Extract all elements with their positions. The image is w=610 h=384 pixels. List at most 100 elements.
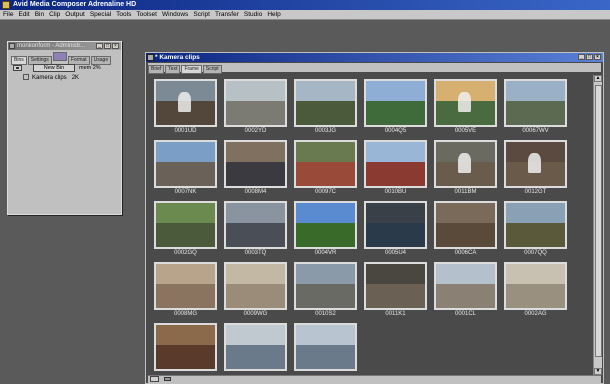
clip-frame-image[interactable] xyxy=(294,140,357,188)
minimize-icon[interactable]: _ xyxy=(96,43,103,49)
menu-item-bin[interactable]: Bin xyxy=(32,10,46,20)
clip-frame-image[interactable] xyxy=(504,79,567,127)
menu-item-output[interactable]: Output xyxy=(62,10,87,20)
menu-item-toolset[interactable]: Toolset xyxy=(133,10,159,20)
menu-item-help[interactable]: Help xyxy=(264,10,282,20)
clip-frame-image[interactable] xyxy=(504,262,567,310)
bin-tab-text[interactable]: Text xyxy=(165,65,181,74)
clip-frame-image[interactable] xyxy=(364,140,427,188)
clip-thumbnail[interactable]: 0011BM xyxy=(434,140,497,198)
bin-checkbox[interactable] xyxy=(23,74,29,81)
clip-thumbnail[interactable]: 0003JG xyxy=(294,79,357,137)
clip-thumbnail[interactable] xyxy=(294,323,357,381)
frame-ground xyxy=(296,161,355,186)
clip-frame-image[interactable] xyxy=(294,262,357,310)
clip-thumbnail[interactable]: 0004VR xyxy=(294,201,357,259)
frame-size-slider[interactable] xyxy=(164,377,171,381)
frame-ground xyxy=(226,283,285,308)
clip-frame-image[interactable] xyxy=(294,323,357,371)
clip-thumbnail[interactable]: 0006CA xyxy=(434,201,497,259)
frame-ground xyxy=(156,283,215,308)
menu-item-transfer[interactable]: Transfer xyxy=(212,10,241,20)
menu-bar: File Edit Bin Clip Output Special Tools Toolset… xyxy=(0,10,610,20)
clip-thumbnail[interactable]: 0002AG xyxy=(504,262,567,320)
clip-frame-image[interactable] xyxy=(154,201,217,249)
bin-list-item[interactable]: Kamera clips 2K xyxy=(23,74,79,82)
clip-frame-image[interactable] xyxy=(364,79,427,127)
bin-name: Kamera clips xyxy=(32,75,67,81)
clip-thumbnail[interactable]: 0010BU xyxy=(364,140,427,198)
frame-sky xyxy=(226,203,285,223)
menu-item-studio[interactable]: Studio xyxy=(241,10,264,20)
clip-thumbnail[interactable]: 0001CL xyxy=(434,262,497,320)
clip-thumbnail[interactable]: 0001UD xyxy=(154,79,217,137)
maximize-icon[interactable]: □ xyxy=(104,43,111,49)
clip-thumbnail[interactable]: 0009WG xyxy=(224,262,287,320)
clip-frame-image[interactable] xyxy=(224,201,287,249)
clip-thumbnail[interactable]: 0012GT xyxy=(504,140,567,198)
scroll-up-icon[interactable]: ▲ xyxy=(594,75,602,82)
bin-window-titlebar[interactable]: * Kamera clips _ □ × xyxy=(146,53,603,62)
clip-frame-image[interactable] xyxy=(224,323,287,371)
clip-frame-image[interactable] xyxy=(364,262,427,310)
clip-frame-image[interactable] xyxy=(154,79,217,127)
clip-frame-image[interactable] xyxy=(154,140,217,188)
clip-thumbnail[interactable] xyxy=(224,323,287,381)
clip-thumbnail[interactable]: 0005U4 xyxy=(364,201,427,259)
clip-thumbnail[interactable]: 0008M4 xyxy=(224,140,287,198)
clip-frame-image[interactable] xyxy=(154,262,217,310)
scroll-down-icon[interactable]: ▼ xyxy=(594,368,602,375)
minimize-icon[interactable]: _ xyxy=(578,54,585,60)
clip-frame-image[interactable] xyxy=(434,140,497,188)
clip-thumbnail[interactable]: 0002GQ xyxy=(154,201,217,259)
clip-thumbnail[interactable]: 0011K1 xyxy=(364,262,427,320)
bin-tab-frame[interactable]: Frame xyxy=(181,65,202,74)
clip-thumbnail[interactable]: 0002YD xyxy=(224,79,287,137)
clip-thumbnail[interactable]: 0007NK xyxy=(154,140,217,198)
menu-item-special[interactable]: Special xyxy=(87,10,113,20)
vertical-scrollbar[interactable]: ▲ ▼ xyxy=(593,75,602,375)
clip-thumbnail[interactable]: 0005VE xyxy=(434,79,497,137)
project-tab-color[interactable] xyxy=(52,52,67,61)
menu-item-clip[interactable]: Clip xyxy=(46,10,62,20)
clip-frame-image[interactable] xyxy=(224,79,287,127)
close-icon[interactable]: × xyxy=(112,43,119,49)
menu-item-file[interactable]: File xyxy=(0,10,15,20)
clip-frame-image[interactable] xyxy=(434,79,497,127)
frame-sky xyxy=(296,264,355,284)
menu-item-windows[interactable]: Windows xyxy=(159,10,190,20)
menu-item-tools[interactable]: Tools xyxy=(113,10,133,20)
maximize-icon[interactable]: □ xyxy=(586,54,593,60)
clip-frame-image[interactable] xyxy=(224,140,287,188)
bin-fast-menu-button[interactable] xyxy=(150,376,159,382)
clip-thumbnail[interactable]: 0008MG xyxy=(154,262,217,320)
clip-frame-image[interactable] xyxy=(154,323,217,371)
bin-tab-brief[interactable]: Brief xyxy=(148,65,165,74)
clip-thumbnail[interactable]: 0004Q5 xyxy=(364,79,427,137)
clip-frame-image[interactable] xyxy=(504,140,567,188)
clip-name: 00097C xyxy=(314,189,337,195)
clip-thumbnail[interactable]: 00067WV xyxy=(504,79,567,137)
clip-frame-image[interactable] xyxy=(434,262,497,310)
clip-frame-image[interactable] xyxy=(364,201,427,249)
new-bin-button[interactable]: New Bin xyxy=(33,64,75,72)
bin-tab-script[interactable]: Script xyxy=(202,65,222,74)
clip-thumbnail[interactable]: 0010S2 xyxy=(294,262,357,320)
clip-frame-image[interactable] xyxy=(434,201,497,249)
menu-item-edit[interactable]: Edit xyxy=(15,10,31,20)
clip-frame-image[interactable] xyxy=(294,79,357,127)
scroll-thumb[interactable] xyxy=(595,85,602,357)
clip-thumbnail[interactable]: 0007QQ xyxy=(504,201,567,259)
menu-item-script[interactable]: Script xyxy=(190,10,212,20)
clip-frame-image[interactable] xyxy=(224,262,287,310)
fast-menu-button[interactable] xyxy=(13,65,22,71)
clip-frame-image[interactable] xyxy=(504,201,567,249)
clip-thumbnail[interactable] xyxy=(154,323,217,381)
project-window-titlebar[interactable]: monkonform - Administr... _ □ × xyxy=(8,42,121,50)
close-icon[interactable]: × xyxy=(594,54,601,60)
frame-sky xyxy=(366,81,425,101)
frame-subject xyxy=(458,153,472,173)
clip-thumbnail[interactable]: 0003TQ xyxy=(224,201,287,259)
clip-thumbnail[interactable]: 00097C xyxy=(294,140,357,198)
clip-frame-image[interactable] xyxy=(294,201,357,249)
